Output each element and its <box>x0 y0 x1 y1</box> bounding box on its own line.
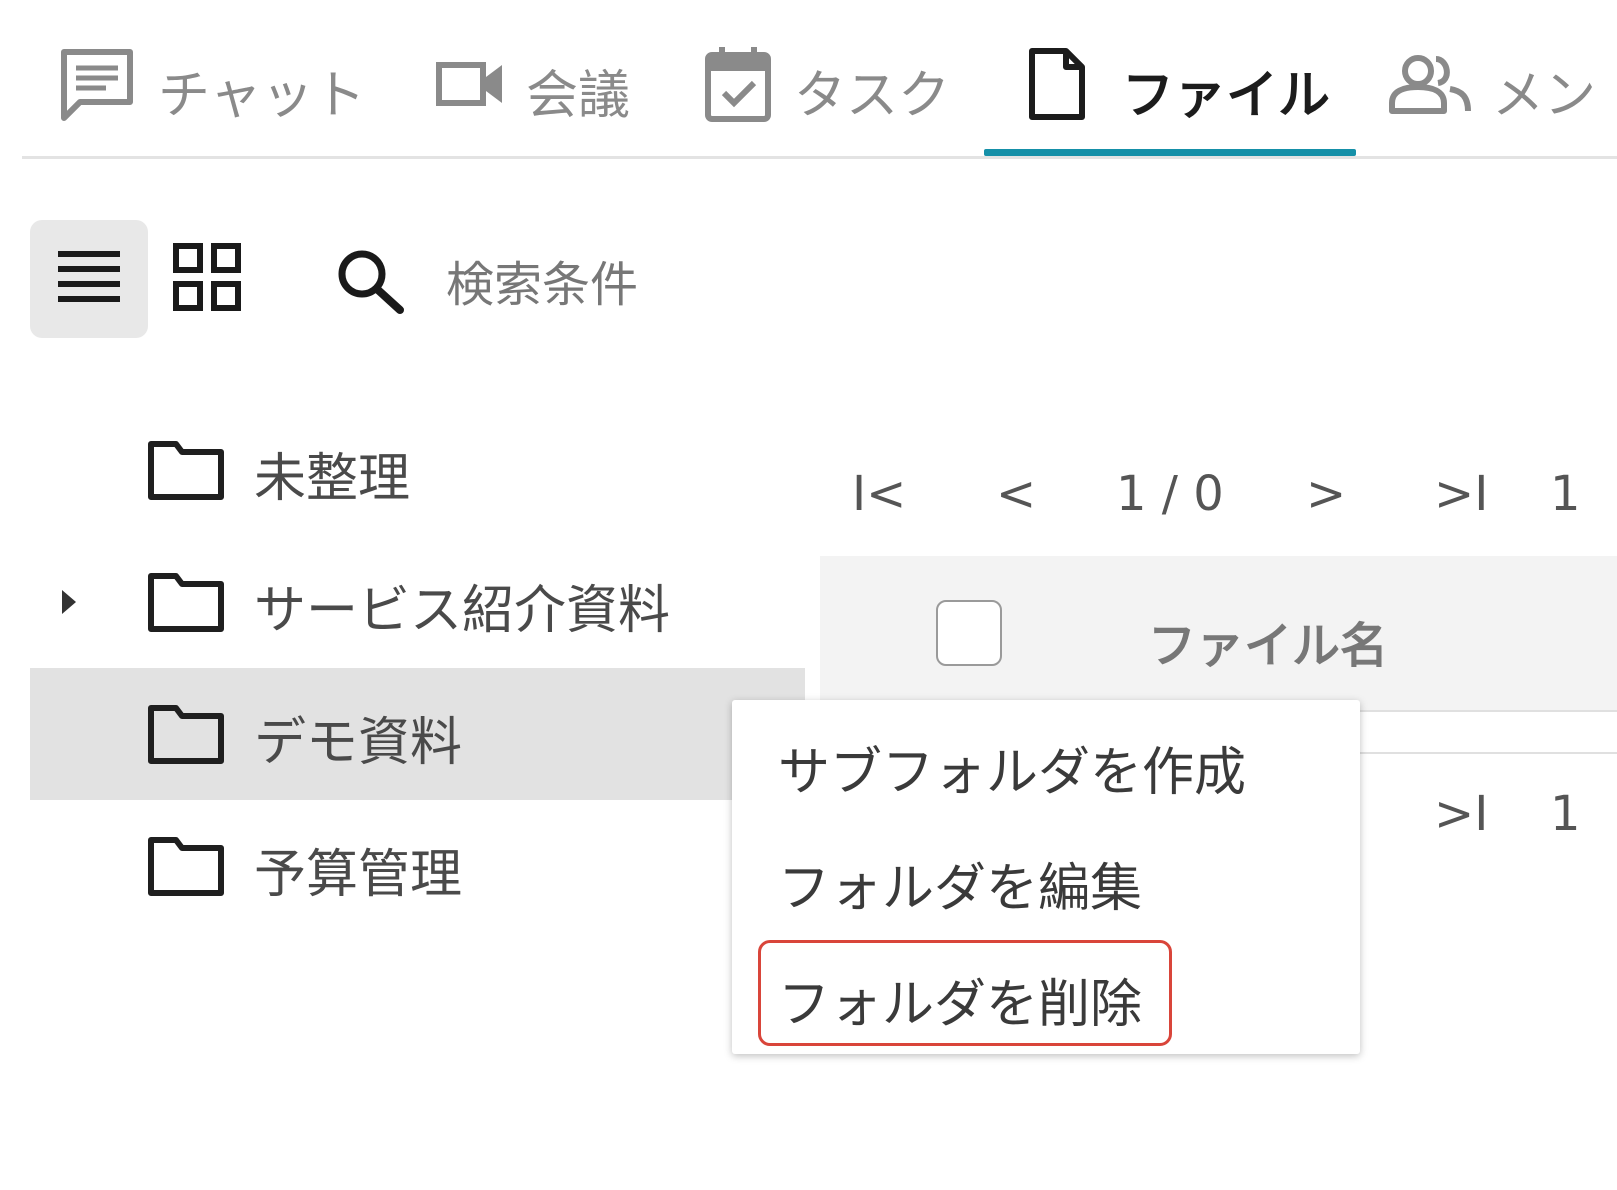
grid-view-button[interactable] <box>148 220 266 338</box>
tab-label: 会議 <box>526 65 631 126</box>
members-icon <box>1388 53 1472 128</box>
folder-item-demo[interactable]: デモ資料 <box>30 668 805 800</box>
folder-label: 予算管理 <box>254 845 463 905</box>
menu-item-edit-folder[interactable]: フォルダを編集 <box>778 846 1142 921</box>
folder-item-budget[interactable]: 予算管理 <box>30 800 805 932</box>
folder-icon <box>148 836 224 900</box>
tab-task[interactable]: タスク <box>704 40 950 140</box>
search-button[interactable] <box>336 248 406 318</box>
tab-files[interactable]: ファイル <box>1028 40 1330 140</box>
tab-label: タスク <box>794 65 951 126</box>
folder-item-service-intro[interactable]: サービス紹介資料 <box>30 536 805 668</box>
bottom-last-page-button[interactable]: >I <box>1434 786 1488 842</box>
chat-icon <box>58 46 136 135</box>
active-tab-indicator <box>984 149 1356 156</box>
expand-arrow-icon[interactable] <box>62 590 76 614</box>
folder-icon <box>148 572 224 636</box>
last-page-button[interactable]: >I <box>1434 466 1488 522</box>
select-all-checkbox[interactable] <box>936 600 1002 666</box>
prev-page-button[interactable]: < <box>996 466 1036 522</box>
page-indicator: 1 / 0 <box>1116 466 1224 522</box>
tab-members[interactable]: メン <box>1388 40 1596 140</box>
tab-label: メン <box>1492 65 1597 126</box>
grid-view-icon <box>173 243 241 315</box>
folder-label: デモ資料 <box>254 713 463 773</box>
page-size-value: 1 <box>1550 466 1581 522</box>
bottom-page-size-value: 1 <box>1550 786 1581 842</box>
delete-folder-highlight <box>758 940 1172 1046</box>
menu-item-create-subfolder[interactable]: サブフォルダを作成 <box>778 730 1246 805</box>
next-page-button[interactable]: > <box>1306 466 1346 522</box>
first-page-button[interactable]: I< <box>852 466 906 522</box>
file-icon <box>1028 47 1086 134</box>
tab-label: ファイル <box>1122 65 1331 126</box>
folder-label: サービス紹介資料 <box>254 581 671 641</box>
tab-chat[interactable]: チャット <box>58 40 365 140</box>
video-icon <box>436 59 506 122</box>
tab-meeting[interactable]: 会議 <box>436 40 630 140</box>
list-view-button[interactable] <box>30 220 148 338</box>
folder-item-unsorted[interactable]: 未整理 <box>30 404 805 536</box>
list-view-icon <box>58 249 120 309</box>
calendar-check-icon <box>704 45 772 136</box>
tab-divider <box>22 156 1617 159</box>
search-conditions-label[interactable]: 検索条件 <box>446 245 638 315</box>
search-icon <box>336 250 406 318</box>
folder-icon <box>148 704 224 768</box>
tab-label: チャット <box>158 65 366 126</box>
folder-icon <box>148 440 224 504</box>
folder-label: 未整理 <box>254 449 411 509</box>
column-header-filename[interactable]: ファイル名 <box>1148 606 1388 676</box>
